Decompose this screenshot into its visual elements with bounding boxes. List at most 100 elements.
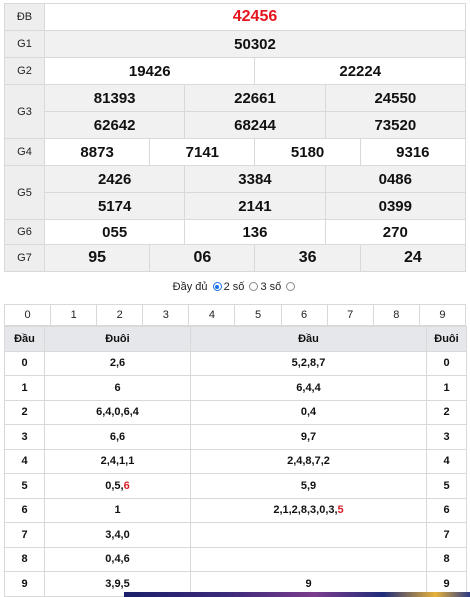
- prize-number: 5180: [254, 138, 361, 166]
- prize-number: 5174: [43, 192, 186, 220]
- prize-number: 24550: [324, 84, 467, 112]
- digit-button-3[interactable]: 3: [143, 305, 190, 325]
- row-g6: G6 055 136 270: [4, 219, 467, 245]
- tail-digit: 2: [426, 399, 467, 425]
- row-db: ĐB 42456: [4, 3, 466, 31]
- loto-row: 4 2,4,1,1 2,4,8,7,2 4: [4, 448, 467, 474]
- head-list-text: 2,1,2,8,3,0,3,: [273, 504, 338, 517]
- col-head-header: Đầu: [4, 326, 45, 352]
- tail-list: 2,6: [44, 350, 191, 376]
- head-list: [190, 546, 427, 572]
- digit-button-6[interactable]: 6: [281, 305, 328, 325]
- tail-digit: 7: [426, 522, 467, 548]
- prize-number: 8873: [43, 138, 151, 166]
- tail-list: 6: [44, 375, 191, 401]
- prize-number: 50302: [44, 30, 466, 58]
- prize-number: 24: [359, 244, 467, 272]
- tail-digit: 1: [426, 375, 467, 401]
- head-list: 9,7: [190, 424, 427, 450]
- head-digit: 4: [4, 448, 45, 474]
- prize-label: G7: [4, 244, 45, 272]
- head-list: 2,1,2,8,3,0,3,5: [190, 497, 427, 523]
- prize-number: 3384: [184, 165, 326, 193]
- digit-button-5[interactable]: 5: [235, 305, 282, 325]
- head-digit: 3: [4, 424, 45, 450]
- radio-three-digits[interactable]: [249, 282, 259, 291]
- head-list: [190, 522, 427, 548]
- special-prize-number: 42456: [44, 3, 466, 31]
- digit-button-9[interactable]: 9: [419, 305, 465, 325]
- head-list: 6,4,4: [190, 375, 427, 401]
- head-list: 2,4,8,7,2: [190, 448, 427, 474]
- prize-number: 2426: [43, 165, 186, 193]
- prize-number: 136: [184, 219, 326, 245]
- tail-list: 0,5,6: [44, 473, 191, 499]
- row-g2: G2 19426 22224: [4, 57, 466, 85]
- digit-button-0[interactable]: 0: [5, 305, 52, 325]
- head-tail-table: Đầu Đuôi Đầu Đuôi 0 2,6 5,2,8,7 0 1 6 6,…: [4, 326, 467, 597]
- prize-label: G3: [4, 84, 45, 139]
- tail-list: 0,4,6: [44, 546, 191, 572]
- prize-label: ĐB: [4, 3, 45, 31]
- row-g5: G5 2426 3384 0486: [4, 165, 467, 220]
- prize-number: 22661: [184, 84, 326, 112]
- tail-list: 6,6: [44, 424, 191, 450]
- option-two-label[interactable]: 2 số: [224, 281, 245, 293]
- digit-button-2[interactable]: 2: [97, 305, 144, 325]
- col-tail-header: Đuôi: [44, 326, 191, 352]
- prize-number: 62642: [43, 111, 186, 139]
- tail-list-text: 0,5,: [105, 479, 124, 492]
- prize-number: 9316: [359, 138, 467, 166]
- prize-number: 95: [43, 244, 151, 272]
- special-digit-highlight: 5: [337, 504, 344, 517]
- head-list: 0,4: [190, 399, 427, 425]
- head-digit: 6: [4, 497, 45, 523]
- prize-label: G2: [4, 57, 45, 85]
- prize-label: G1: [4, 30, 45, 58]
- banner-strip: [124, 592, 470, 597]
- head-digit: 5: [4, 473, 45, 499]
- col-tail-header-2: Đuôi: [426, 326, 467, 352]
- option-full-label[interactable]: Đầy đủ: [173, 281, 208, 293]
- tail-list: 6,4,0,6,4: [44, 399, 191, 425]
- head-list: 5,9: [190, 473, 427, 499]
- prize-number: 68244: [184, 111, 326, 139]
- prize-number: 2141: [184, 192, 326, 220]
- loto-row: 2 6,4,0,6,4 0,4 2: [4, 399, 467, 425]
- prize-number: 36: [254, 244, 361, 272]
- option-three-label[interactable]: 3 số: [260, 281, 281, 293]
- prize-number: 7141: [149, 138, 256, 166]
- tail-digit: 6: [426, 497, 467, 523]
- prize-number: 73520: [324, 111, 467, 139]
- loto-row: 7 3,4,0 7: [4, 522, 467, 548]
- tail-digit: 3: [426, 424, 467, 450]
- prize-number: 19426: [43, 57, 256, 85]
- row-g3b: 62642 68244 73520: [5, 111, 467, 139]
- radio-two-digits[interactable]: [212, 282, 222, 291]
- col-head-header-2: Đầu: [190, 326, 427, 352]
- head-digit: 8: [4, 546, 45, 572]
- loto-row: 8 0,4,6 8: [4, 546, 467, 572]
- digit-button-4[interactable]: 4: [189, 305, 236, 325]
- radio-extra[interactable]: [286, 282, 296, 291]
- prize-number: 22224: [254, 57, 466, 85]
- digit-button-1[interactable]: 1: [51, 305, 98, 325]
- digit-button-7[interactable]: 7: [327, 305, 374, 325]
- loto-row: 5 0,5,6 5,9 5: [4, 473, 467, 499]
- loto-row: 0 2,6 5,2,8,7 0: [4, 350, 467, 376]
- tail-digit: 0: [426, 350, 467, 376]
- head-digit: 9: [4, 571, 45, 597]
- display-options: Đầy đủ 2 số 3 số: [0, 279, 470, 295]
- tail-list: 3,4,0: [44, 522, 191, 548]
- prize-number: 0399: [324, 192, 467, 220]
- prize-label: G5: [4, 165, 45, 220]
- prize-number: 270: [324, 219, 467, 245]
- row-g5b: 5174 2141 0399: [5, 192, 467, 220]
- tail-list: 1: [44, 497, 191, 523]
- digit-button-8[interactable]: 8: [373, 305, 420, 325]
- head-digit: 1: [4, 375, 45, 401]
- prize-number: 055: [43, 219, 186, 245]
- tail-digit: 4: [426, 448, 467, 474]
- prize-number: 06: [149, 244, 256, 272]
- prize-number: 81393: [43, 84, 186, 112]
